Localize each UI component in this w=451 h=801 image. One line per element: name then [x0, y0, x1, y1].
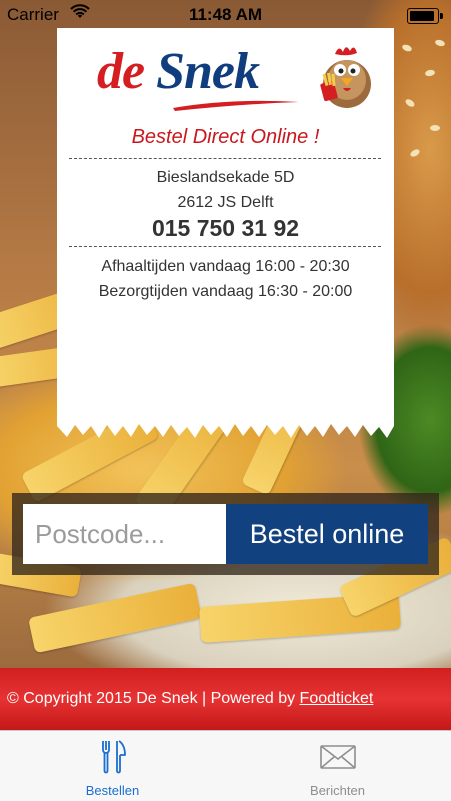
brand-logo: de Snek — [73, 36, 379, 116]
address-street: Bieslandsekade 5D — [156, 169, 295, 186]
tab-bar: Bestellen Berichten — [0, 730, 451, 801]
status-time: 11:48 AM — [188, 5, 263, 24]
footer-text: © Copyright 2015 De Snek | Powered by Fo… — [7, 690, 373, 708]
battery-icon — [407, 8, 443, 24]
divider — [69, 246, 381, 247]
logo-word-de: de — [97, 43, 145, 100]
logo-swoosh-icon — [173, 100, 299, 111]
tab-label-bestellen: Bestellen — [85, 783, 140, 798]
fork-knife-icon — [0, 739, 225, 775]
delivery-hours: Bezorgtijden vandaag 16:30 - 20:00 — [98, 283, 353, 300]
tab-label-berichten: Berichten — [310, 783, 365, 798]
address-city: 2612 JS Delft — [177, 194, 274, 211]
tab-bestellen[interactable]: Bestellen — [0, 731, 225, 801]
slogan: Bestel Direct Online ! — [131, 126, 320, 148]
logo-word-snek: Snek — [156, 43, 260, 100]
order-search-bar: Bestel online — [12, 493, 439, 575]
postcode-input[interactable] — [23, 504, 228, 564]
pickup-hours: Afhaaltijden vandaag 16:00 - 20:30 — [101, 258, 350, 275]
order-online-button[interactable]: Bestel online — [226, 504, 428, 564]
status-bar: Carrier 11:48 AM — [0, 0, 451, 30]
foodticket-link[interactable]: Foodticket — [300, 690, 374, 707]
tab-berichten[interactable]: Berichten — [225, 731, 450, 801]
footer-bar: © Copyright 2015 De Snek | Powered by Fo… — [0, 668, 451, 730]
divider — [69, 158, 381, 159]
copyright-text: © Copyright 2015 De Snek | Powered by — [7, 690, 300, 707]
phone-number[interactable]: 015 750 31 92 — [57, 215, 394, 242]
info-receipt-card: de Snek Bestel Direct Online ! Bieslands… — [57, 28, 394, 420]
envelope-icon — [225, 739, 450, 775]
receipt-torn-edge — [57, 420, 394, 438]
chicken-mascot-icon — [320, 47, 371, 108]
